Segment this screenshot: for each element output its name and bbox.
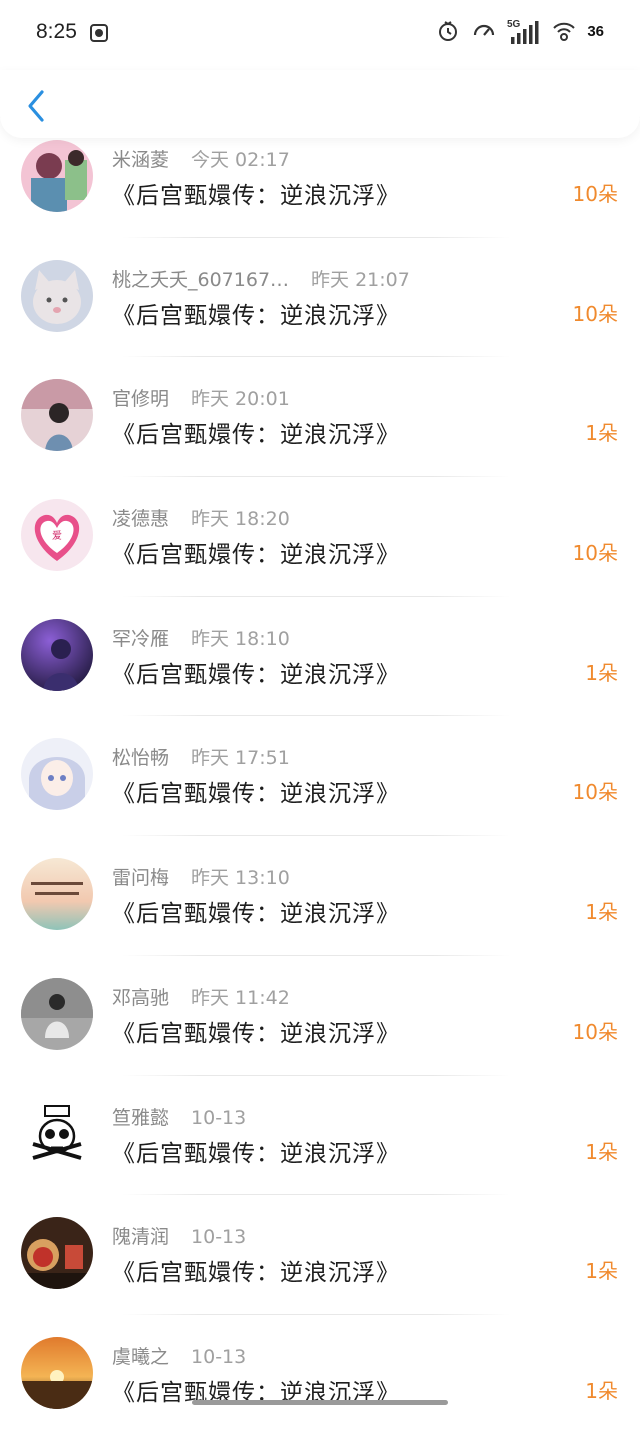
avatar bbox=[21, 1097, 93, 1170]
avatar bbox=[21, 738, 93, 811]
nav-header bbox=[0, 70, 640, 138]
work-title[interactable]: 《后宫甄嬛传：逆浪沉浮》 bbox=[112, 296, 400, 330]
list-item[interactable]: 松怡畅 昨天 17:51 《后宫甄嬛传：逆浪沉浮》 10朵 bbox=[0, 716, 640, 837]
timestamp: 昨天 20:01 bbox=[191, 388, 290, 411]
screen-record-icon bbox=[90, 24, 108, 42]
list-item[interactable]: 邓高驰 昨天 11:42 《后宫甄嬛传：逆浪沉浮》 10朵 bbox=[0, 955, 640, 1076]
user-name[interactable]: 隗清润 bbox=[112, 1226, 169, 1248]
user-name[interactable]: 邓高驰 bbox=[112, 987, 169, 1009]
list-item[interactable]: 罕冷雁 昨天 18:10 《后宫甄嬛传：逆浪沉浮》 1朵 bbox=[0, 596, 640, 717]
flower-count: 1朵 bbox=[585, 1378, 618, 1403]
list-item[interactable]: 桃之夭夭_607167… 昨天 21:07 《后宫甄嬛传：逆浪沉浮》 10朵 bbox=[0, 237, 640, 358]
work-title[interactable]: 《后宫甄嬛传：逆浪沉浮》 bbox=[112, 176, 400, 210]
work-title[interactable]: 《后宫甄嬛传：逆浪沉浮》 bbox=[112, 1134, 400, 1168]
status-icons: 5G 36 bbox=[435, 18, 604, 44]
timestamp: 昨天 17:51 bbox=[191, 747, 290, 770]
timestamp: 今天 02:17 bbox=[191, 149, 290, 171]
user-name[interactable]: 凌德惠 bbox=[112, 508, 169, 530]
work-title[interactable]: 《后宫甄嬛传：逆浪沉浮》 bbox=[112, 415, 400, 449]
work-title[interactable]: 《后宫甄嬛传：逆浪沉浮》 bbox=[112, 1014, 400, 1048]
timestamp: 10-13 bbox=[191, 1226, 247, 1249]
user-name[interactable]: 官修明 bbox=[112, 388, 169, 410]
work-title[interactable]: 《后宫甄嬛传：逆浪沉浮》 bbox=[112, 774, 400, 808]
flower-count: 10朵 bbox=[572, 182, 618, 206]
list-item[interactable]: 爱 凌德惠 昨天 18:20 《后宫甄嬛传：逆浪沉浮》 10朵 bbox=[0, 477, 640, 597]
flower-count: 1朵 bbox=[585, 660, 618, 685]
user-name[interactable]: 桃之夭夭_607167… bbox=[112, 269, 289, 291]
flower-count: 1朵 bbox=[585, 1139, 618, 1164]
signal-5g-icon: 5G bbox=[507, 18, 541, 44]
avatar bbox=[21, 858, 93, 931]
battery-level: 36 bbox=[587, 22, 604, 40]
flower-count: 1朵 bbox=[585, 421, 618, 446]
list-item[interactable]: 笪雅懿 10-13 《后宫甄嬛传：逆浪沉浮》 1朵 bbox=[0, 1075, 640, 1196]
speed-gauge-icon bbox=[471, 18, 497, 44]
user-name[interactable]: 雷问梅 bbox=[112, 867, 169, 889]
user-name[interactable]: 松怡畅 bbox=[112, 747, 169, 769]
user-name[interactable]: 米涵菱 bbox=[112, 149, 169, 171]
status-bar: 8:25 5G 36 bbox=[0, 0, 640, 70]
user-name[interactable]: 罕冷雁 bbox=[112, 628, 169, 650]
list-item[interactable]: 隗清润 10-13 《后宫甄嬛传：逆浪沉浮》 1朵 bbox=[0, 1195, 640, 1315]
avatar bbox=[21, 977, 93, 1050]
alarm-icon bbox=[435, 18, 461, 44]
svg-text:爱: 爱 bbox=[52, 529, 62, 542]
status-time: 8:25 bbox=[36, 20, 77, 43]
avatar bbox=[21, 618, 93, 691]
flower-count: 1朵 bbox=[585, 1259, 618, 1284]
list-item[interactable]: 虞曦之 10-13 《后宫甄嬛传：逆浪沉浮》 1朵 bbox=[0, 1314, 640, 1435]
flower-count: 10朵 bbox=[572, 780, 618, 805]
timestamp: 昨天 13:10 bbox=[191, 867, 290, 890]
timestamp: 10-13 bbox=[191, 1345, 247, 1368]
timestamp: 昨天 18:10 bbox=[191, 627, 290, 650]
flower-count: 10朵 bbox=[572, 301, 618, 326]
timestamp: 昨天 11:42 bbox=[191, 986, 290, 1009]
work-title[interactable]: 《后宫甄嬛传：逆浪沉浮》 bbox=[112, 894, 400, 928]
timestamp: 10-13 bbox=[191, 1106, 247, 1129]
avatar: 爱 bbox=[21, 499, 93, 572]
network-label: 5G bbox=[507, 19, 521, 30]
wifi-icon bbox=[551, 18, 577, 44]
flower-count: 10朵 bbox=[572, 541, 618, 566]
avatar bbox=[21, 379, 93, 452]
chevron-left-icon bbox=[28, 90, 44, 122]
avatar bbox=[21, 259, 93, 332]
list-item[interactable]: 雷问梅 昨天 13:10 《后宫甄嬛传：逆浪沉浮》 1朵 bbox=[0, 836, 640, 956]
flower-count: 10朵 bbox=[572, 1019, 618, 1044]
back-button[interactable] bbox=[14, 84, 58, 128]
flower-count: 1朵 bbox=[585, 900, 618, 925]
timestamp: 昨天 18:20 bbox=[191, 508, 290, 531]
user-name[interactable]: 虞曦之 bbox=[112, 1346, 169, 1368]
home-indicator[interactable] bbox=[192, 1400, 448, 1405]
work-title[interactable]: 《后宫甄嬛传：逆浪沉浮》 bbox=[112, 1253, 400, 1287]
user-name[interactable]: 笪雅懿 bbox=[112, 1107, 169, 1129]
gift-record-list: 米涵菱 今天 02:17 《后宫甄嬛传：逆浪沉浮》 10朵 桃之夭夭_607167… bbox=[0, 118, 640, 1435]
work-title[interactable]: 《后宫甄嬛传：逆浪沉浮》 bbox=[112, 535, 400, 569]
avatar bbox=[21, 1336, 93, 1409]
avatar bbox=[21, 140, 93, 212]
work-title[interactable]: 《后宫甄嬛传：逆浪沉浮》 bbox=[112, 655, 400, 689]
list-item[interactable]: 官修明 昨天 20:01 《后宫甄嬛传：逆浪沉浮》 1朵 bbox=[0, 357, 640, 478]
avatar bbox=[21, 1217, 93, 1290]
timestamp: 昨天 21:07 bbox=[311, 268, 410, 291]
